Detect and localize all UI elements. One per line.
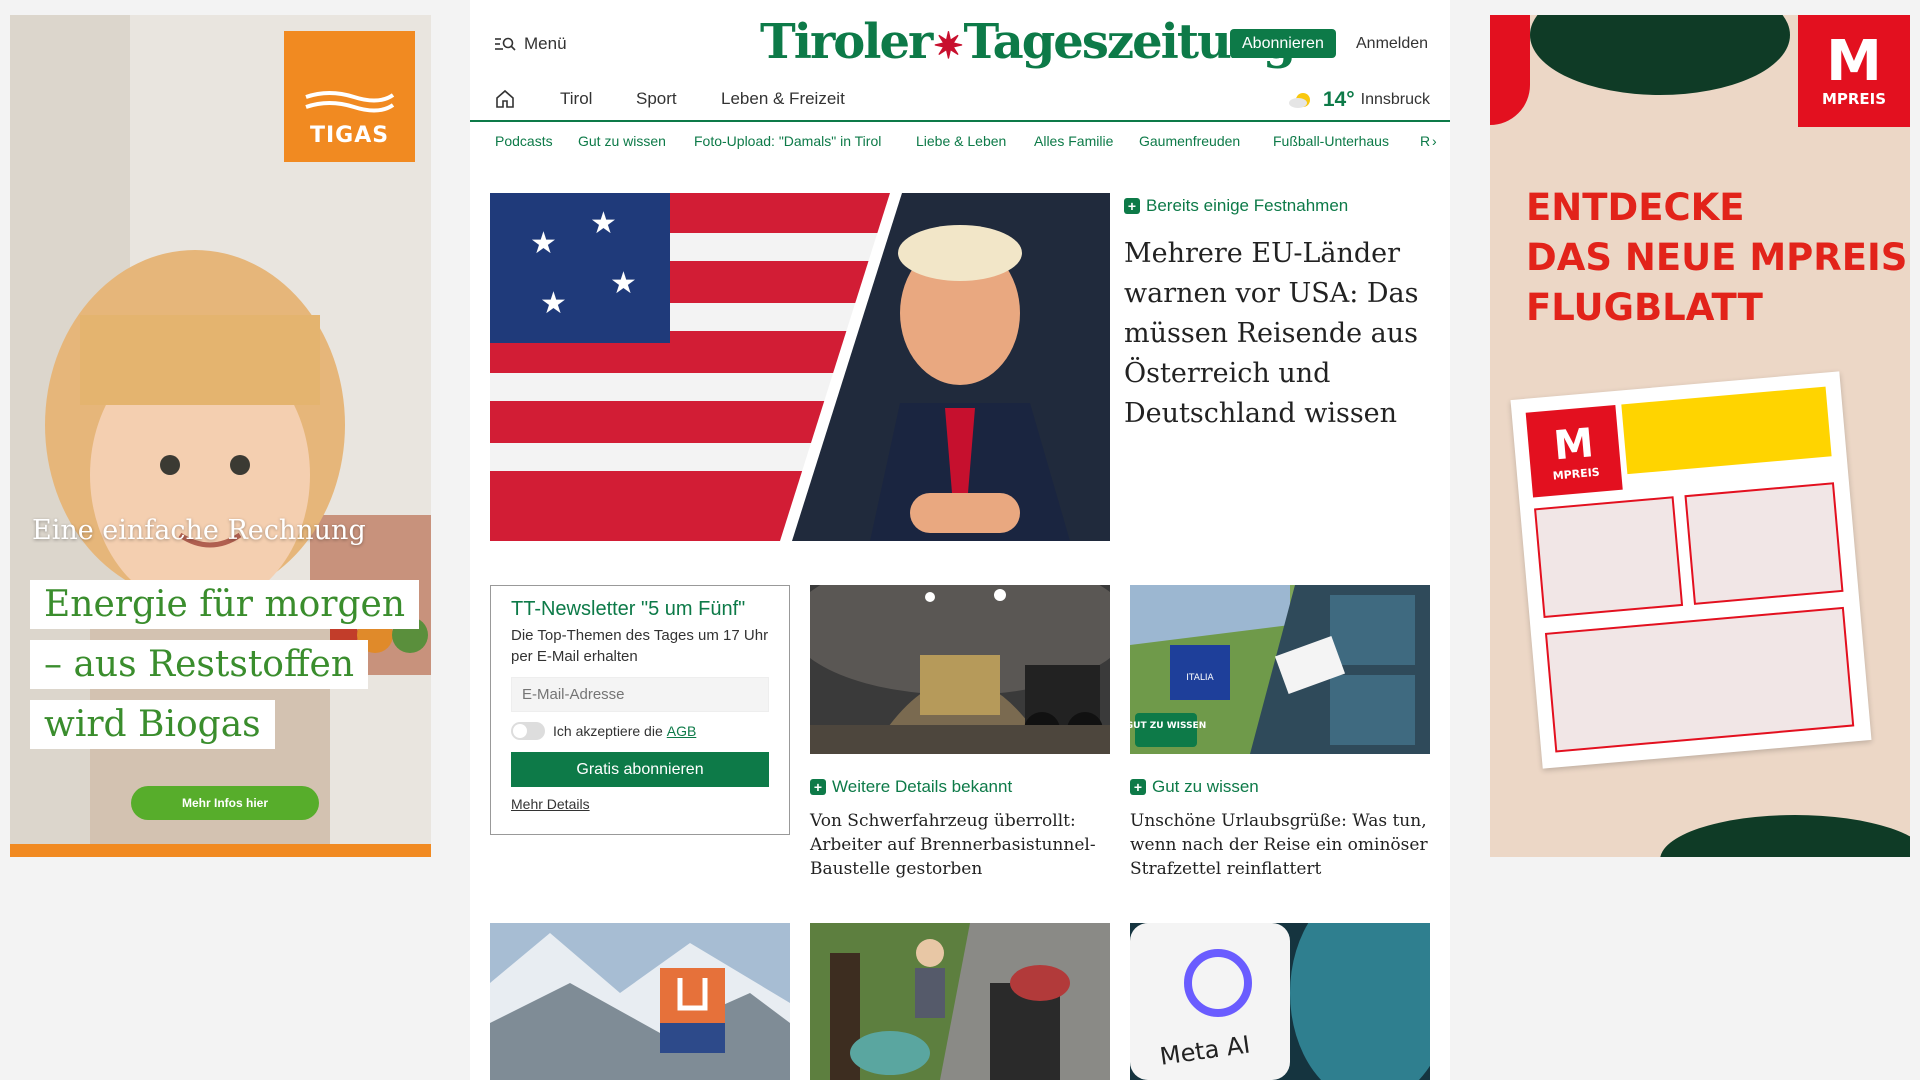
card-image-strafzettel[interactable]: ITALIA GUT ZU WISSEN — [1130, 585, 1430, 754]
flyer-cell — [1544, 606, 1855, 753]
header: Menü Tiroler✷Tageszeitung Abonnieren Anm… — [470, 0, 1450, 88]
chevron-right-icon[interactable]: › — [1432, 133, 1437, 149]
tigas-waves-icon — [305, 91, 395, 113]
subnav-item-foto-upload[interactable]: Foto-Upload: "Damals" in Tirol — [694, 133, 881, 149]
menu-label: Menü — [524, 34, 567, 53]
newsletter-more-link[interactable]: Mehr Details — [511, 796, 769, 812]
mpreis-flyer-image: M MPREIS — [1510, 371, 1872, 769]
email-field[interactable] — [511, 677, 769, 712]
newsletter-subscribe-button[interactable]: Gratis abonnieren — [511, 752, 769, 787]
hero-image[interactable]: ★ ★ ★ ★ — [490, 193, 1110, 541]
sun-cloud-icon — [1288, 93, 1310, 108]
subnav-item-liebe-leben[interactable]: Liebe & Leben — [916, 133, 1006, 149]
eagle-icon: ✷ — [933, 25, 963, 67]
agb-link[interactable]: AGB — [667, 723, 697, 739]
card2-title[interactable]: Unschöne Urlaubsgrüße: Was tun, wenn nac… — [1130, 809, 1430, 881]
flyer-logo: M MPREIS — [1525, 404, 1623, 498]
flyer-cell — [1534, 496, 1684, 619]
card1-title[interactable]: Von Schwerfahrzeug überrollt: Arbeiter a… — [810, 809, 1110, 881]
agb-consent-label: Ich akzeptiere die — [553, 723, 663, 739]
logo-part1: Tiroler — [760, 14, 933, 70]
mpreis-brand: MPREIS — [1821, 90, 1887, 108]
weather-city: Innsbruck — [1360, 91, 1430, 108]
login-link[interactable]: Anmelden — [1356, 35, 1428, 53]
main-column: Menü Tiroler✷Tageszeitung Abonnieren Anm… — [470, 0, 1450, 1080]
subscribe-button[interactable]: Abonnieren — [1230, 29, 1336, 58]
weather-widget[interactable]: 14° Innsbruck — [1287, 88, 1430, 112]
card1-kicker-text: Weitere Details bekannt — [832, 777, 1013, 796]
plus-icon: + — [1124, 198, 1140, 214]
ad-decor-red — [1490, 15, 1530, 125]
subnav-item-gaumenfreuden[interactable]: Gaumenfreuden — [1139, 133, 1240, 149]
subnav-item-podcasts[interactable]: Podcasts — [495, 133, 553, 149]
card2-kicker-text: Gut zu wissen — [1152, 777, 1259, 796]
plus-icon: + — [810, 779, 826, 795]
ad-decor-blob — [1660, 815, 1910, 857]
plus-icon: + — [1130, 779, 1146, 795]
newsletter-description: Die Top-Themen des Tages um 17 Uhr per E… — [511, 627, 769, 665]
mpreis-headline: ENTDECKE DAS NEUE MPREIS FLUGBLATT — [1526, 183, 1907, 333]
hero-kicker-text: Bereits einige Festnahmen — [1146, 196, 1349, 215]
ad-line-3: wird Biogas — [30, 700, 275, 749]
card1-kicker: + Weitere Details bekannt — [810, 777, 1110, 797]
bottom-image-mountains[interactable] — [490, 923, 790, 1080]
card2-kicker: + Gut zu wissen — [1130, 777, 1430, 797]
agb-consent: Ich akzeptiere die AGB — [511, 722, 769, 740]
ad-bottom-bar — [10, 844, 431, 857]
newsletter-title: TT-Newsletter "5 um Fünf" — [511, 598, 746, 620]
mpreis-line-1: ENTDECKE — [1526, 186, 1745, 229]
mpreis-ad[interactable]: M MPREIS ENTDECKE DAS NEUE MPREIS FLUGBL… — [1490, 15, 1910, 857]
flyer-cell — [1684, 482, 1844, 605]
mpreis-line-3: FLUGBLATT — [1526, 286, 1763, 329]
menu-button[interactable]: Menü — [494, 34, 567, 54]
newsletter-box: TT-Newsletter "5 um Fünf" Die Top-Themen… — [490, 585, 790, 835]
site-logo[interactable]: Tiroler✷Tageszeitung — [760, 14, 1296, 70]
subnav-item-gut-zu-wissen[interactable]: Gut zu wissen — [578, 133, 666, 149]
tigas-ad[interactable]: TIGAS Eine einfache Rechnung Energie für… — [10, 15, 431, 857]
tigas-brand: TIGAS — [309, 123, 390, 148]
article-card-2[interactable]: + Gut zu wissen Unschöne Urlaubsgrüße: W… — [1130, 777, 1430, 881]
mpreis-m: M — [1826, 29, 1882, 94]
nav-item-leben-freizeit[interactable]: Leben & Freizeit — [721, 89, 845, 109]
tigas-logo: TIGAS — [284, 31, 415, 162]
article-card-1[interactable]: + Weitere Details bekannt Von Schwerfahr… — [810, 777, 1110, 881]
bottom-image-trash[interactable] — [810, 923, 1110, 1080]
ad-line-1: Energie für morgen — [30, 580, 420, 629]
bottom-image-meta-ai[interactable]: Meta AI — [1130, 923, 1430, 1080]
weather-temp: 14° — [1322, 88, 1355, 111]
card-image-tunnel[interactable] — [810, 585, 1110, 754]
flyer-m: M — [1551, 420, 1596, 470]
subnav-item-truncated[interactable]: R — [1420, 133, 1430, 149]
svg-text:★: ★ — [540, 287, 567, 320]
ad-decor-blob — [1530, 15, 1790, 95]
flyer-banner — [1621, 386, 1832, 475]
ad-line-2: – aus Reststoffen — [30, 640, 369, 689]
nav-item-tirol[interactable]: Tirol — [560, 89, 592, 109]
svg-text:★: ★ — [530, 227, 557, 260]
main-nav: Tirol Sport Leben & Freizeit 14° Innsbru… — [470, 84, 1450, 122]
agb-toggle[interactable] — [511, 722, 545, 740]
mpreis-line-2: DAS NEUE MPREIS — [1526, 236, 1908, 279]
gut-zu-wissen-badge: GUT ZU WISSEN — [1130, 721, 1206, 731]
sub-nav: Podcasts Gut zu wissen Foto-Upload: "Dam… — [470, 124, 1450, 160]
hero-kicker: + Bereits einige Festnahmen — [1124, 196, 1434, 216]
flyer-brand: MPREIS — [1552, 465, 1601, 483]
hero-article[interactable]: + Bereits einige Festnahmen Mehrere EU-L… — [1124, 196, 1434, 434]
hero-title[interactable]: Mehrere EU-Länder warnen vor USA: Das mü… — [1124, 234, 1434, 434]
mpreis-logo: M MPREIS — [1798, 15, 1910, 127]
svg-text:★: ★ — [610, 267, 637, 300]
italia-sign: ITALIA — [1186, 673, 1214, 683]
subnav-item-fussball-unterhaus[interactable]: Fußball-Unterhaus — [1273, 133, 1389, 149]
menu-search-icon — [495, 37, 516, 51]
svg-text:★: ★ — [590, 207, 617, 240]
ad-headline: Eine einfache Rechnung — [32, 515, 366, 546]
home-icon[interactable] — [494, 88, 516, 110]
ad-cta-button[interactable]: Mehr Infos hier — [131, 786, 319, 820]
nav-item-sport[interactable]: Sport — [636, 89, 677, 109]
subnav-item-alles-familie[interactable]: Alles Familie — [1034, 133, 1113, 149]
